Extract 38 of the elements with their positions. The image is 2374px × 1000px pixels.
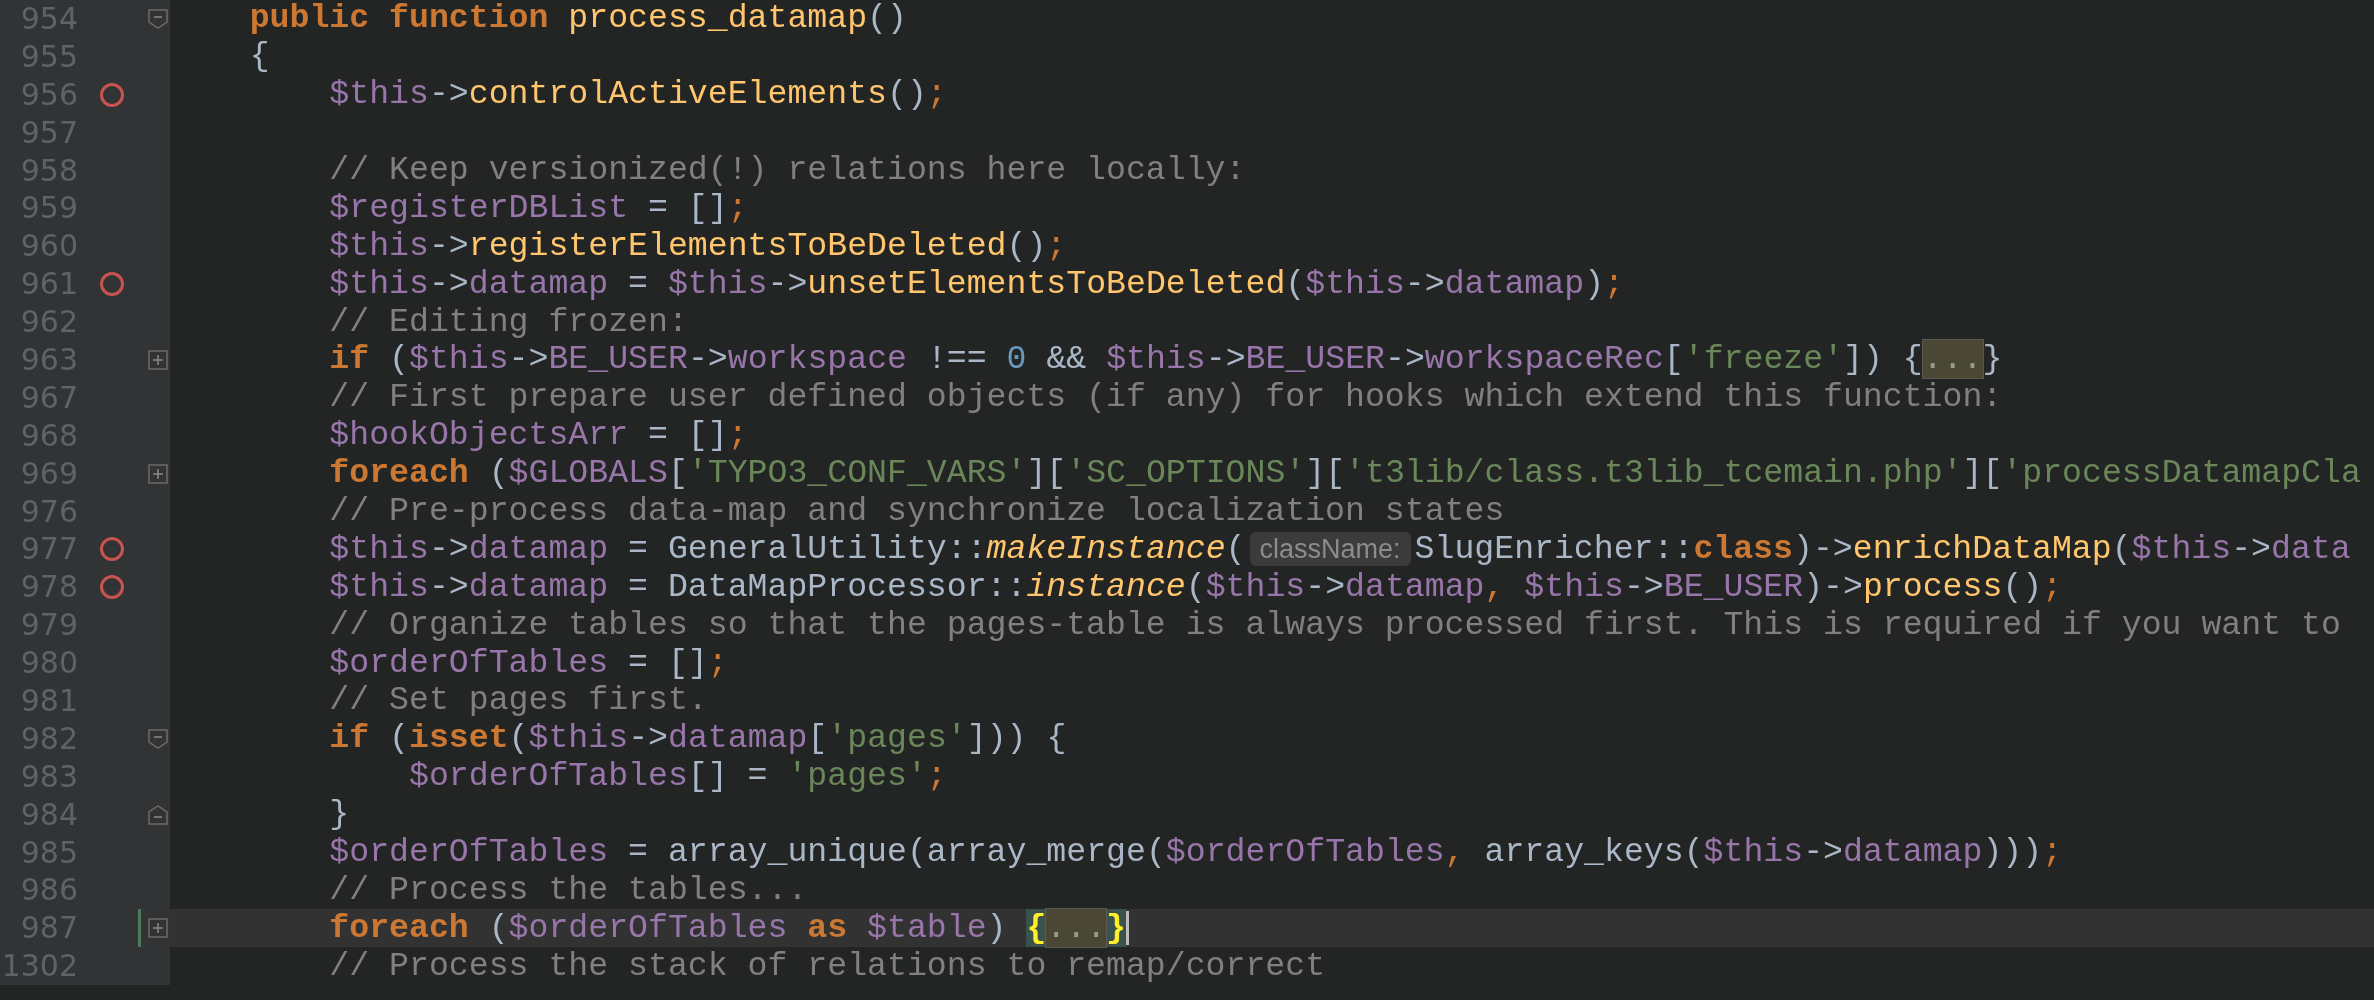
- code-line: }: [328, 796, 350, 834]
- code-line: // Set pages first.: [328, 682, 708, 720]
- fold-collapse-icon[interactable]: [147, 727, 169, 750]
- code-line: if (isset($this->datamap['pages'])) {: [328, 720, 1067, 758]
- code-line: $orderOfTables = [];: [328, 644, 728, 682]
- code-line: $this->datamap = $this->unsetElementsToBeDeleted($this->datamap);: [328, 265, 1624, 303]
- code-line: {: [248, 38, 270, 76]
- breakpoint-icon[interactable]: [100, 575, 124, 600]
- breakpoint-icon[interactable]: [100, 537, 124, 562]
- code-line: // Process the tables...: [328, 871, 808, 909]
- code-line: $orderOfTables[] = 'pages';: [408, 758, 947, 796]
- code-line: $registerDBList = [];: [328, 189, 748, 227]
- code-line: // Keep versionized(!) relations here locally:: [328, 152, 1246, 189]
- code-line: SlugEnricher::class)->enrichDataMap($this->data: [1414, 530, 2351, 568]
- code-line: $this->registerElementsToBeDeleted();: [328, 227, 1067, 265]
- fold-collapse-icon[interactable]: [147, 803, 169, 826]
- fold-expand-icon[interactable]: [147, 349, 169, 371]
- fold-expand-icon[interactable]: [147, 462, 169, 485]
- code-line: // Editing frozen:: [328, 303, 688, 341]
- code-line: $this->controlActiveElements();: [328, 76, 947, 114]
- parameter-hint: className:: [1249, 532, 1411, 567]
- code-line: $orderOfTables = array_unique(array_merge($orderOfTables, array_keys($this->datamap)));: [328, 834, 2063, 872]
- code-line: if ($this->BE_USER->workspace !== 0 && $this->BE_USER->workspaceRec['freeze']) {...}: [328, 341, 2003, 379]
- fold-expand-icon[interactable]: [147, 917, 169, 940]
- fold-collapse-icon[interactable]: [147, 8, 169, 30]
- code-line: // Pre-process data-map and synchronize localization states: [328, 493, 1505, 530]
- code-line: // Process the stack of relations to remap/correct: [328, 947, 1326, 985]
- code-line: // Organize tables so that the pages-table is always processed first. This is required if you want to: [328, 606, 2341, 644]
- code-line: // First prepare user defined objects (if any) for hooks which extend this function:: [328, 379, 2003, 417]
- code-line: $this->datamap = GeneralUtility::makeInstance(: [328, 530, 1246, 568]
- code-line: $hookObjectsArr = [];: [328, 417, 748, 455]
- code-line: $this->datamap = DataMapProcessor::instance($this->datamap, $this->BE_USER)->process();: [328, 568, 2063, 606]
- code-line: foreach ($GLOBALS['TYPO3_CONF_VARS']['SC_OPTIONS']['t3lib/class.t3lib_tcemain.php']['processDatamapCla: [328, 455, 2361, 493]
- code-line: public function process_datamap(): [248, 0, 907, 38]
- text-cursor: [1126, 911, 1130, 946]
- breakpoint-icon[interactable]: [100, 272, 124, 297]
- code-line: foreach ($orderOfTables as $table) {...}: [328, 909, 1127, 947]
- breakpoint-icon[interactable]: [100, 82, 124, 107]
